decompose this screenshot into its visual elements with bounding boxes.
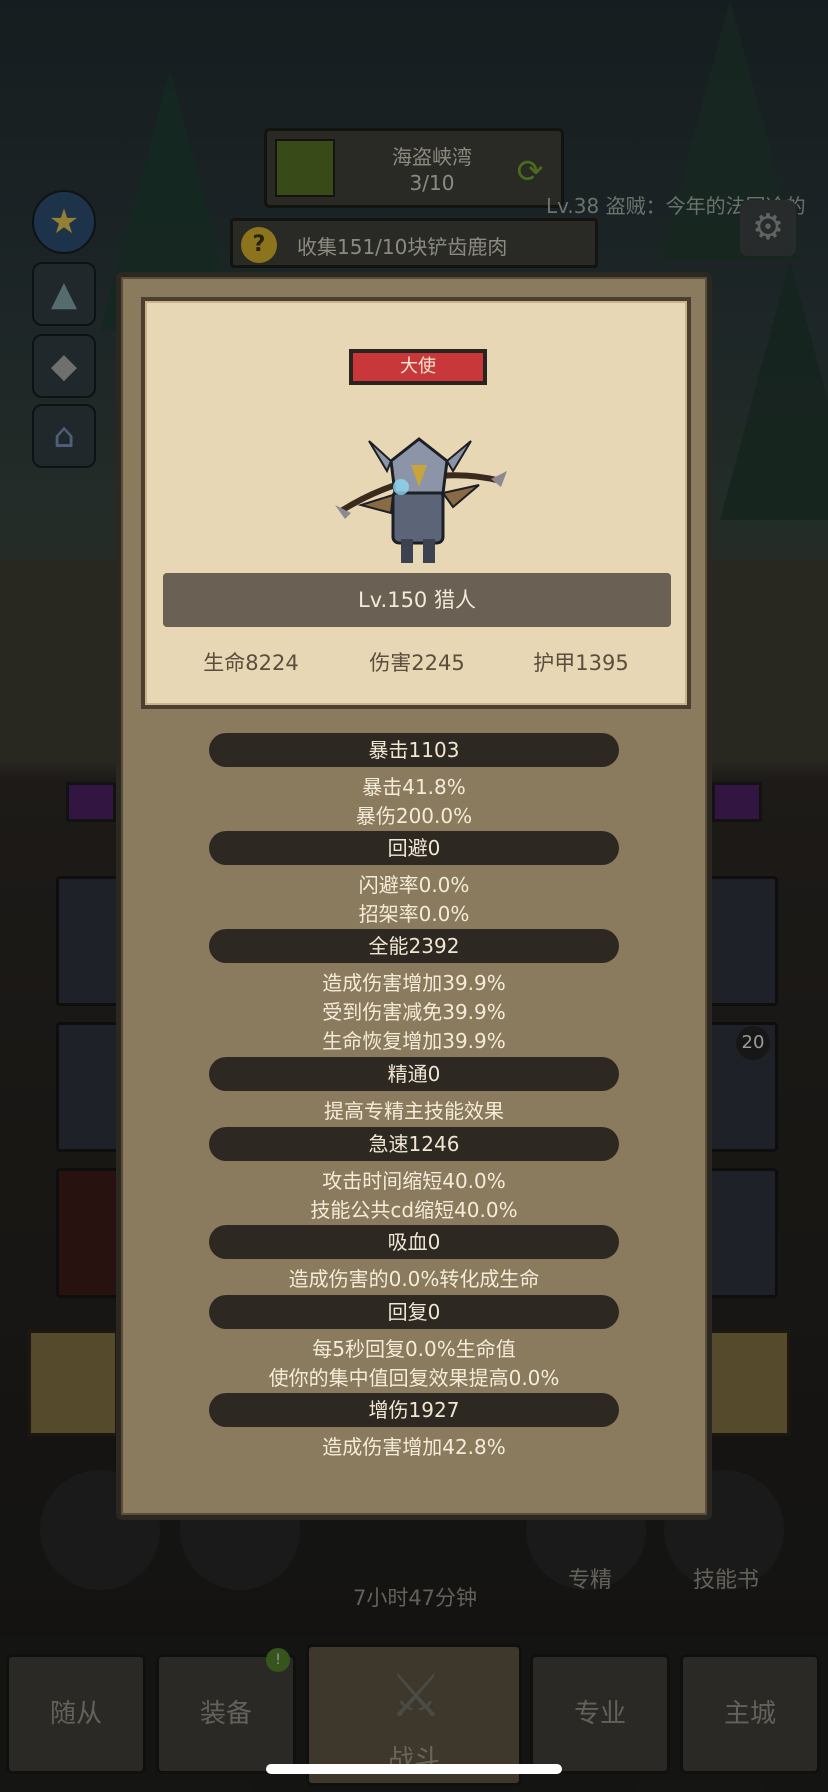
- stat-line: 每5秒回复0.0%生命值: [312, 1337, 516, 1361]
- stat-line: 使你的集中值回复效果提高0.0%: [268, 1366, 560, 1390]
- stat-header-versatility: 全能2392: [209, 929, 619, 963]
- stat-line: 提高专精主技能效果: [324, 1099, 504, 1123]
- hero-damage: 伤害2245: [369, 651, 465, 675]
- hero-card: 大使 Lv.150 猎人 生命8224 伤害2245 护甲1395: [141, 297, 691, 709]
- stat-line: 技能公共cd缩短40.0%: [310, 1198, 518, 1222]
- stat-header-leech: 吸血0: [209, 1225, 619, 1259]
- stat-line: 暴伤200.0%: [355, 804, 473, 828]
- rank-badge: 大使: [349, 349, 487, 385]
- hero-level-class: Lv.150 猎人: [163, 573, 671, 627]
- stat-line: 生命恢复增加39.9%: [322, 1029, 506, 1053]
- stat-line: 攻击时间缩短40.0%: [322, 1169, 506, 1193]
- stat-header-damage-bonus: 增伤1927: [209, 1393, 619, 1427]
- hero-hp: 生命8224: [203, 651, 299, 675]
- stat-line: 闪避率0.0%: [358, 873, 470, 897]
- stat-line: 造成伤害增加42.8%: [322, 1435, 506, 1459]
- stat-header-crit: 暴击1103: [209, 733, 619, 767]
- hero-base-stats: 生命8224 伤害2245 护甲1395: [145, 647, 687, 683]
- hero-stats-panel: 大使 Lv.150 猎人 生命8224 伤害2245 护甲1395 暴击1103…: [116, 272, 712, 1520]
- stat-line: 造成伤害的0.0%转化成生命: [288, 1267, 540, 1291]
- home-indicator[interactable]: [266, 1764, 562, 1774]
- stat-line: 造成伤害增加39.9%: [322, 971, 506, 995]
- stat-header-mastery: 精通0: [209, 1057, 619, 1091]
- stat-line: 暴击41.8%: [362, 775, 466, 799]
- stat-line: 受到伤害减免39.9%: [322, 1000, 506, 1024]
- stat-header-avoidance: 回避0: [209, 831, 619, 865]
- stat-header-haste: 急速1246: [209, 1127, 619, 1161]
- stat-line: 招架率0.0%: [358, 902, 470, 926]
- hero-armor: 护甲1395: [533, 651, 629, 675]
- hunter-portrait: [335, 437, 507, 563]
- stat-header-regen: 回复0: [209, 1295, 619, 1329]
